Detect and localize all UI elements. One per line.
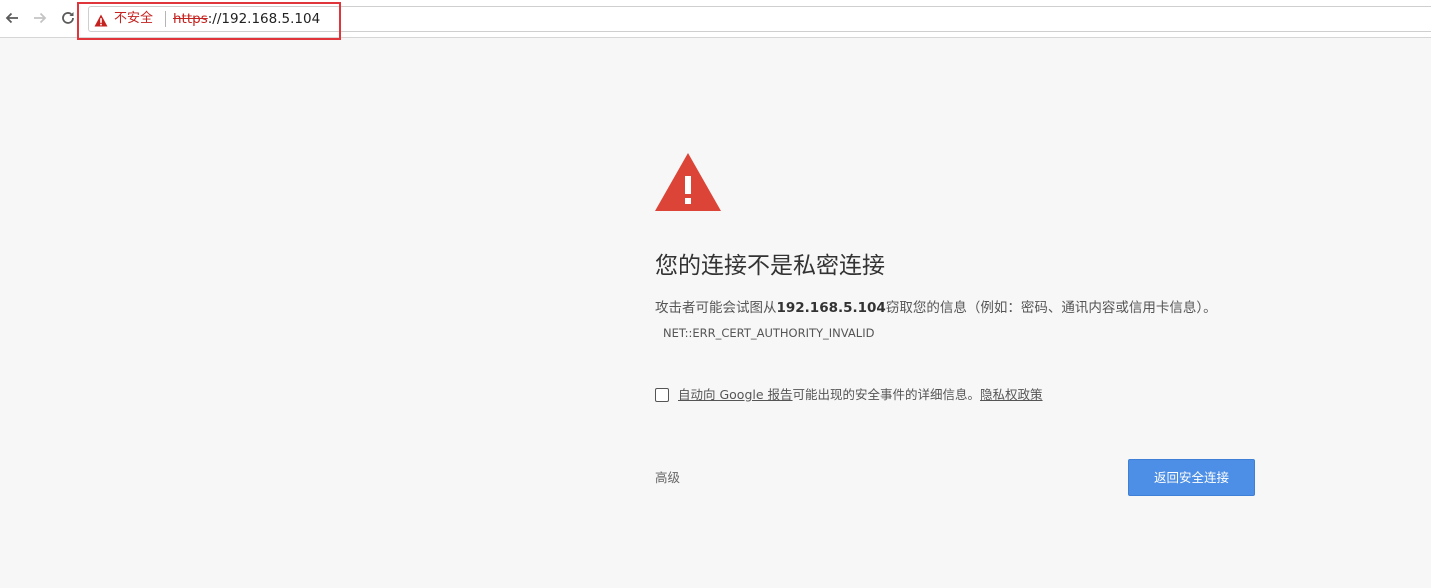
back-arrow-icon[interactable] xyxy=(2,8,22,28)
report-description: 可能出现的安全事件的详细信息。 xyxy=(792,387,981,402)
report-text: 自动向 Google 报告可能出现的安全事件的详细信息。隐私权政策 xyxy=(678,386,1043,404)
desc-before-text: 攻击者可能会试图从 xyxy=(655,300,777,316)
report-checkbox[interactable] xyxy=(655,388,669,402)
error-warning-icon xyxy=(654,152,722,212)
desc-after-text: 窃取您的信息（例如：密码、通讯内容或信用卡信息）。 xyxy=(885,300,1217,316)
host-name: 192.168.5.104 xyxy=(776,300,886,316)
forward-arrow-icon[interactable] xyxy=(30,8,50,28)
back-to-safety-button[interactable]: 返回安全连接 xyxy=(1128,459,1255,496)
annotation-highlight-box xyxy=(77,2,341,40)
reload-icon[interactable] xyxy=(58,8,78,28)
browser-toolbar: 不安全 https://192.168.5.104 xyxy=(0,0,1431,40)
advanced-button[interactable]: 高级 xyxy=(655,470,680,486)
privacy-policy-link[interactable]: 隐私权政策 xyxy=(980,387,1043,402)
error-code: NET::ERR_CERT_AUTHORITY_INVALID xyxy=(663,326,875,340)
report-row: 自动向 Google 报告可能出现的安全事件的详细信息。隐私权政策 xyxy=(655,386,1043,404)
error-description: 攻击者可能会试图从192.168.5.104窃取您的信息（例如：密码、通讯内容或… xyxy=(655,296,1235,346)
page-title: 您的连接不是私密连接 xyxy=(655,253,885,279)
report-link[interactable]: 自动向 Google 报告 xyxy=(678,387,793,402)
